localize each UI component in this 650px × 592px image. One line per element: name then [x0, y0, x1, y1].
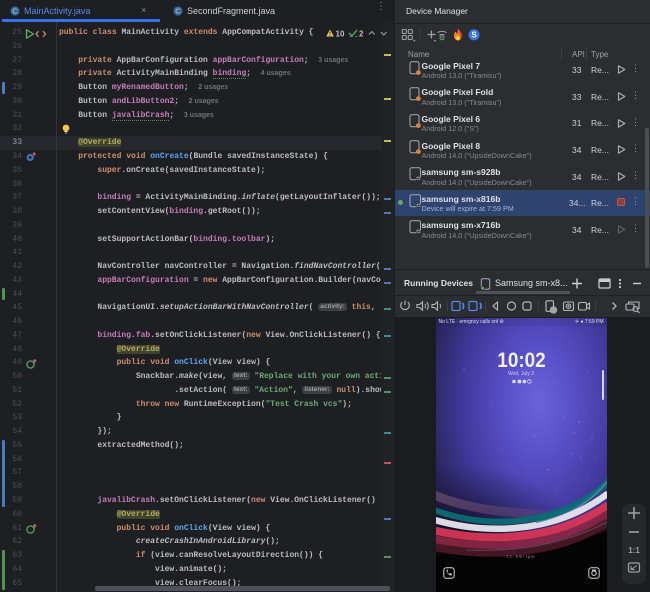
svg-text:C: C	[175, 7, 181, 16]
svg-text:2: 2	[359, 29, 364, 38]
svg-text:S: S	[471, 31, 477, 40]
svg-text:10: 10	[336, 29, 345, 38]
svg-text:1:1: 1:1	[628, 546, 640, 555]
svg-text:C: C	[12, 7, 18, 16]
